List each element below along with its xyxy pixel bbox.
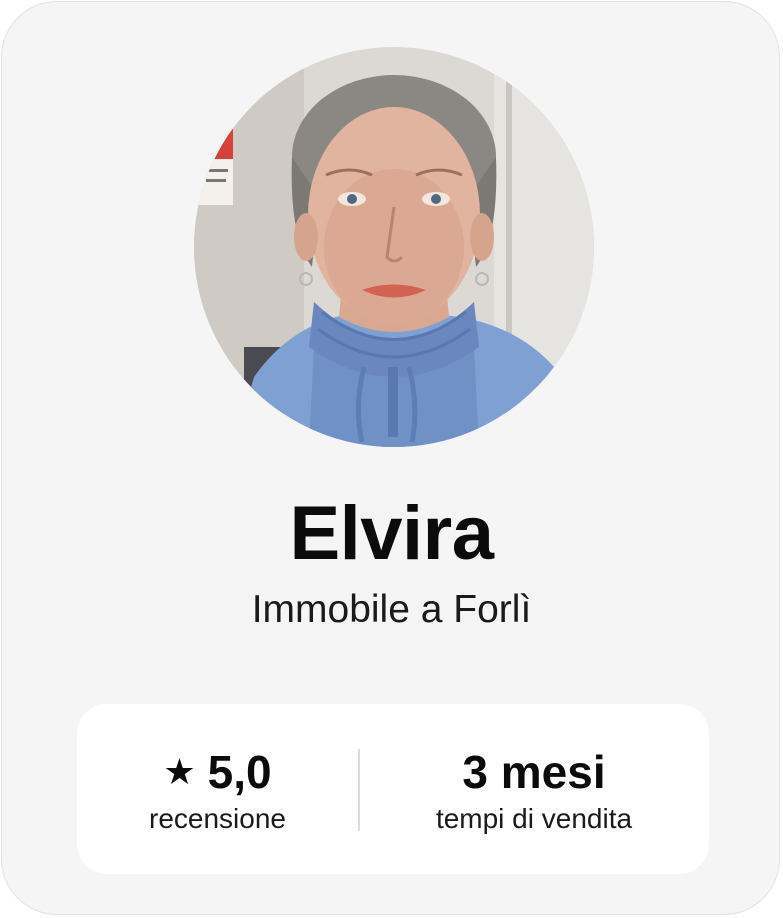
stats-panel: ★ 5,0 recensione 3 mesi tempi di vendita	[77, 704, 709, 874]
rating-stat: ★ 5,0 recensione	[77, 704, 358, 874]
rating-label: recensione	[149, 803, 286, 834]
sale-time-value: 3 mesi	[462, 746, 606, 798]
rating-value-row: ★ 5,0	[77, 744, 358, 800]
star-icon: ★	[163, 751, 196, 792]
avatar	[194, 47, 594, 447]
property-location: Immobile a Forlì	[251, 588, 532, 631]
testimonial-card: Elvira Immobile a Forlì ★ 5,0 recensione …	[1, 1, 780, 915]
rating-value: 5,0	[207, 746, 272, 798]
person-name: Elvira	[289, 491, 494, 576]
sale-time-stat: 3 mesi tempi di vendita	[359, 704, 709, 874]
avatar-photo	[194, 47, 594, 447]
sale-time-label: tempi di vendita	[435, 803, 633, 834]
